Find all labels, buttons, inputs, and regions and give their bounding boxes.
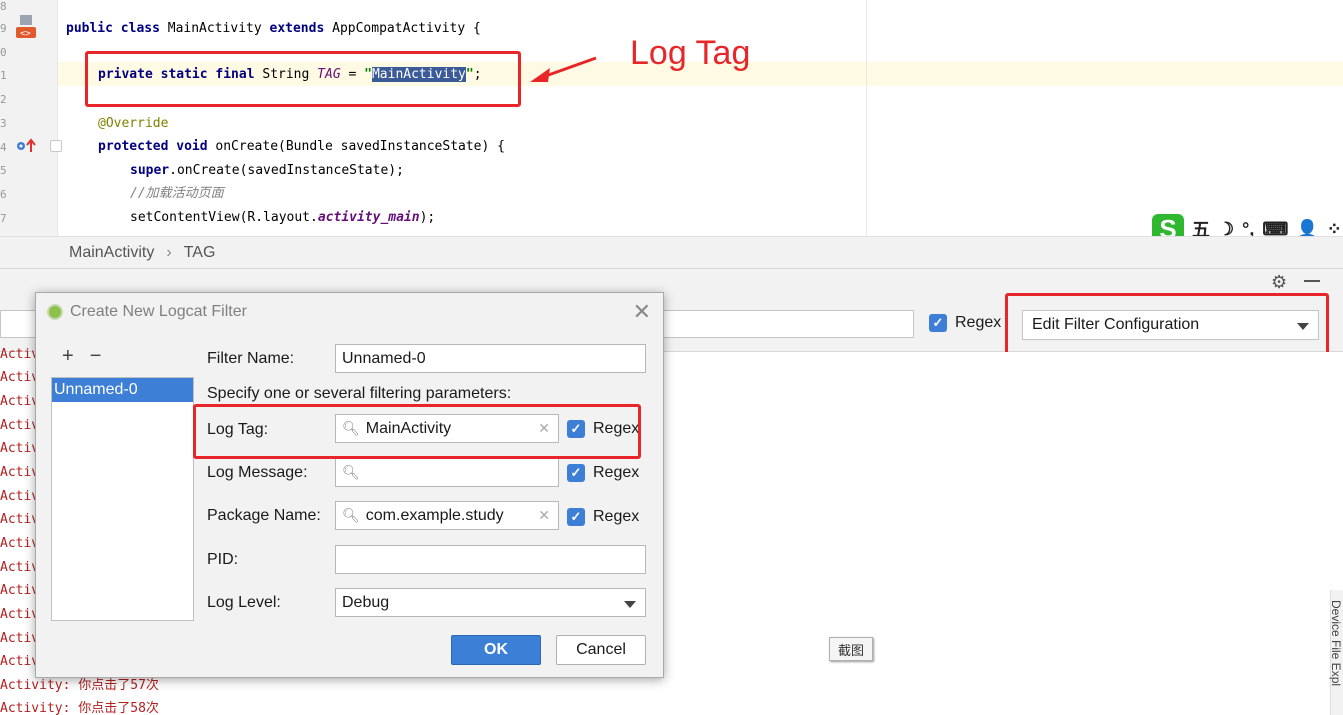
breadcrumb-member[interactable]: TAG bbox=[184, 244, 216, 262]
svg-text:<>: <> bbox=[20, 29, 31, 39]
log-line: Activ bbox=[0, 512, 40, 527]
log-message-label: Log Message: bbox=[207, 464, 308, 481]
filter-config-highlight-box bbox=[1005, 293, 1329, 356]
close-icon[interactable]: ✕ bbox=[633, 299, 651, 325]
line-number: 1 bbox=[0, 69, 7, 82]
log-line: Activ bbox=[0, 441, 40, 456]
log-tag-callout: Log Tag bbox=[630, 34, 751, 72]
log-message-input[interactable]: 🔍︎ bbox=[335, 458, 559, 487]
package-name-input[interactable]: 🔍︎ com.example.study ✕ bbox=[335, 501, 559, 530]
package-name-label: Package Name: bbox=[207, 507, 321, 524]
tag-highlight-box bbox=[85, 51, 521, 107]
log-line: Activ bbox=[0, 370, 40, 385]
gear-icon[interactable]: ⚙ bbox=[1271, 272, 1287, 293]
log-line: Activ bbox=[0, 607, 40, 622]
log-line: Activ bbox=[0, 489, 40, 504]
log-level-select[interactable]: Debug bbox=[335, 588, 646, 617]
package-regex-toggle[interactable]: ✓ Regex bbox=[567, 508, 639, 526]
filter-name-input[interactable]: Unnamed-0 bbox=[335, 344, 646, 373]
regex-label: Regex bbox=[593, 508, 640, 525]
log-line: Activ bbox=[0, 583, 40, 598]
regex-label: Regex bbox=[955, 314, 1002, 331]
log-line: Activ bbox=[0, 631, 40, 646]
code-line-comment: //加载活动页面 bbox=[130, 186, 224, 201]
line-number: 5 bbox=[0, 164, 7, 177]
log-line: Activ bbox=[0, 347, 40, 362]
line-number: 2 bbox=[0, 93, 7, 106]
log-line: Activ bbox=[0, 654, 40, 669]
line-number: 3 bbox=[0, 117, 7, 130]
log-level-value: Debug bbox=[342, 593, 390, 611]
checkbox-checked-icon[interactable]: ✓ bbox=[567, 508, 585, 526]
checkbox-checked-icon[interactable]: ✓ bbox=[567, 464, 585, 482]
chevron-down-icon bbox=[624, 601, 636, 608]
android-icon bbox=[47, 304, 63, 320]
remove-icon[interactable]: − bbox=[90, 345, 102, 368]
regex-label: Regex bbox=[593, 464, 640, 481]
line-number: 0 bbox=[0, 46, 7, 59]
breadcrumb-separator: › bbox=[166, 243, 172, 261]
log-line: Activity: 你点击了58次 bbox=[0, 701, 159, 715]
log-line: Activ bbox=[0, 418, 40, 433]
package-name-value: com.example.study bbox=[365, 506, 504, 524]
search-icon: 🔍︎ bbox=[342, 464, 360, 480]
code-line-class: public class MainActivity extends AppCom… bbox=[66, 21, 481, 36]
filter-params-hint: Specify one or several filtering paramet… bbox=[207, 385, 512, 402]
breadcrumb-class[interactable]: MainActivity bbox=[69, 244, 154, 262]
filter-list-toolbar: + − bbox=[62, 345, 101, 368]
screenshot-button[interactable]: 截图 bbox=[829, 637, 873, 661]
code-line-annotation: @Override bbox=[98, 116, 169, 131]
override-gutter-icon[interactable] bbox=[16, 138, 36, 154]
editor-gutter: 8 9 0 1 2 3 4 5 6 7 <> bbox=[0, 0, 58, 236]
log-level-label: Log Level: bbox=[207, 594, 281, 611]
filter-list[interactable]: Unnamed-0 bbox=[51, 377, 194, 621]
clear-icon[interactable]: ✕ bbox=[538, 507, 550, 524]
filter-list-item[interactable]: Unnamed-0 bbox=[52, 378, 193, 402]
pid-input[interactable] bbox=[335, 545, 646, 574]
breadcrumb: MainActivity › TAG bbox=[0, 236, 1343, 268]
line-number: 7 bbox=[0, 212, 7, 225]
checkbox-checked-icon[interactable]: ✓ bbox=[929, 314, 947, 332]
filter-name-label: Filter Name: bbox=[207, 350, 295, 367]
log-line: Activ bbox=[0, 465, 40, 480]
line-number: 6 bbox=[0, 188, 7, 201]
arrow-icon bbox=[530, 56, 597, 82]
line-number: 8 bbox=[0, 0, 7, 13]
log-tag-highlight-box bbox=[193, 404, 641, 459]
ok-button[interactable]: OK bbox=[451, 635, 541, 665]
line-number: 9 bbox=[0, 22, 7, 35]
log-message-regex-toggle[interactable]: ✓ Regex bbox=[567, 464, 639, 482]
code-line-super: super.onCreate(savedInstanceState); bbox=[130, 163, 404, 178]
filter-name-value: Unnamed-0 bbox=[342, 349, 426, 367]
search-icon: 🔍︎ bbox=[342, 507, 360, 523]
add-icon[interactable]: + bbox=[62, 345, 74, 368]
code-line-oncreate: protected void onCreate(Bundle savedInst… bbox=[98, 139, 505, 154]
activity-layout-icon[interactable]: <> bbox=[15, 15, 37, 39]
create-logcat-filter-dialog: Create New Logcat Filter ✕ + − Unnamed-0… bbox=[35, 292, 664, 678]
log-line: Activ bbox=[0, 560, 40, 575]
device-file-explorer-tab[interactable]: Device File Expl bbox=[1329, 590, 1343, 715]
line-number: 4 bbox=[0, 141, 7, 154]
pid-label: PID: bbox=[207, 551, 239, 568]
logcat-regex-toggle[interactable]: ✓ Regex bbox=[929, 314, 1001, 332]
device-file-explorer-label: Device File Expl bbox=[1329, 600, 1343, 687]
log-line: Activ bbox=[0, 536, 40, 551]
dialog-title-bar[interactable]: Create New Logcat Filter ✕ bbox=[36, 293, 663, 330]
log-line: Activ bbox=[0, 394, 40, 409]
right-margin-guide bbox=[866, 0, 867, 236]
dialog-title: Create New Logcat Filter bbox=[70, 302, 247, 320]
fold-marker[interactable] bbox=[50, 140, 62, 152]
minimize-icon[interactable] bbox=[1304, 280, 1320, 282]
code-line-setcontent: setContentView(R.layout.activity_main); bbox=[130, 210, 436, 225]
cancel-button[interactable]: Cancel bbox=[556, 635, 646, 665]
